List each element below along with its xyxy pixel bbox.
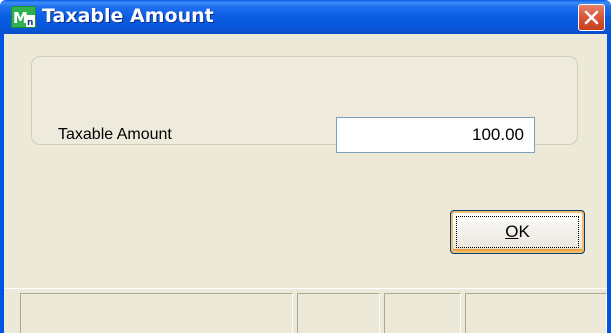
svg-text:n: n [27,18,33,28]
ok-button[interactable]: OK [450,210,585,254]
status-panel-3 [384,293,461,333]
status-panel-1 [20,293,293,333]
close-button[interactable] [578,4,605,31]
taxable-amount-field[interactable]: 100.00 [336,117,535,153]
status-bar [4,288,607,333]
status-panel-2 [297,293,380,333]
window-title: Taxable Amount [42,5,214,27]
taxable-amount-label: Taxable Amount [58,126,172,143]
ok-button-label: OK [505,222,530,241]
dialog-window: M n Taxable Amount Taxable Amount 100.00… [0,0,611,333]
mas-app-icon: M n [11,6,36,28]
title-bar[interactable]: M n Taxable Amount [0,0,611,34]
status-panel-4 [465,293,607,333]
close-icon [584,10,599,25]
svg-text:M: M [13,9,28,27]
